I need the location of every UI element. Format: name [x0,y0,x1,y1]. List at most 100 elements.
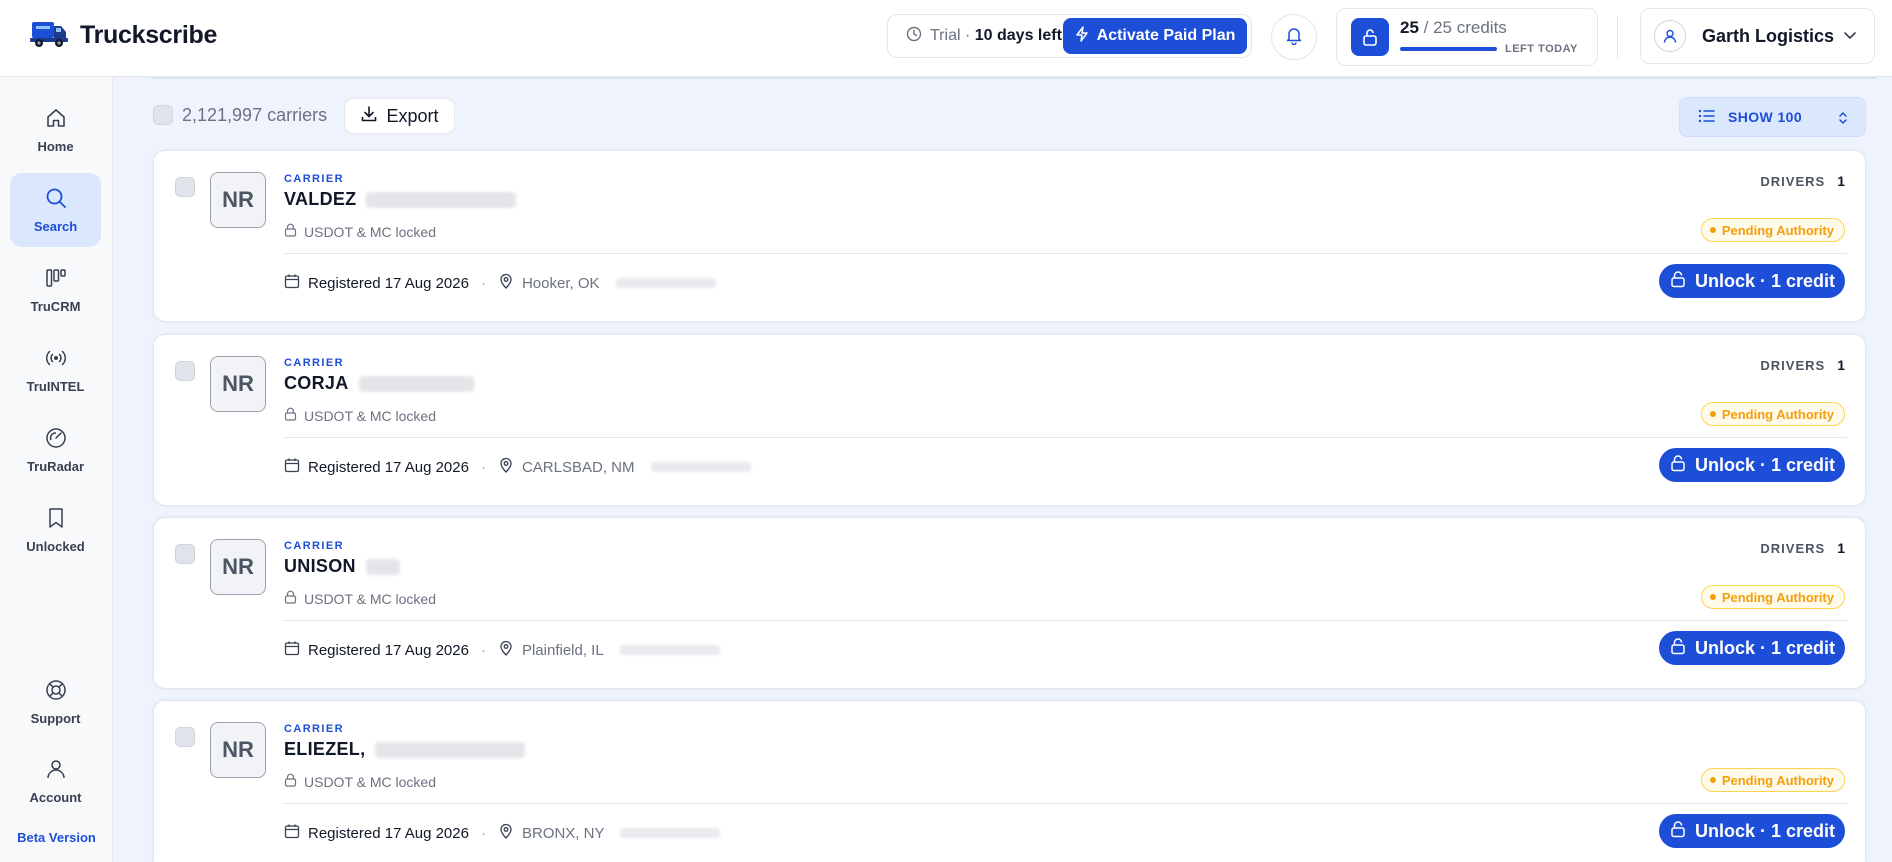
home-icon [44,106,68,133]
beta-version-label: Beta Version [17,830,96,845]
locked-info: USDOT & MC locked [284,590,436,607]
select-all-checkbox[interactable] [153,105,173,125]
carrier-meta: Registered 17 Aug 2026 · BRONX, NY [284,823,721,843]
carrier-meta: Registered 17 Aug 2026 · Hooker, OK [284,273,716,293]
carrier-checkbox[interactable] [175,177,195,197]
carrier-checkbox[interactable] [175,727,195,747]
redacted-contact-blur [619,645,720,655]
credits-progress-bar [1400,47,1497,51]
sidebar-item-search[interactable]: Search [10,173,101,247]
sidebar-item-account[interactable]: Account [10,744,101,818]
map-pin-icon [498,823,514,843]
user-avatar-icon [1654,20,1686,52]
lifebuoy-icon [44,678,68,705]
carrier-checkbox[interactable] [175,361,195,381]
carrier-checkbox[interactable] [175,544,195,564]
calendar-icon [284,457,300,477]
account-name: Garth Logistics [1702,25,1835,46]
unlock-button[interactable]: Unlock · 1 credit [1659,448,1845,482]
unlock-button[interactable]: Unlock · 1 credit [1659,264,1845,298]
lock-icon [284,590,297,607]
sidebar: Home Search TruCRM TruINTEL TruRadar Unl… [0,77,113,862]
redacted-name-blur [365,558,400,575]
sidebar-item-truradar[interactable]: TruRadar [10,413,101,487]
header-divider [1617,16,1618,58]
calendar-icon [284,640,300,660]
card-divider [284,803,1847,804]
carrier-location: BRONX, NY [521,824,605,842]
credits-panel[interactable]: 25 / 25 credits LEFT TODAY [1336,8,1598,66]
sidebar-item-trucrm[interactable]: TruCRM [10,253,101,327]
sidebar-item-label: Home [37,139,74,154]
card-divider [284,253,1847,254]
search-icon [44,186,68,213]
unlock-button[interactable]: Unlock · 1 credit [1659,631,1845,665]
carrier-card[interactable]: NR CARRIER UNISON USDOT & MC locked Regi… [153,517,1866,689]
carrier-card[interactable]: NR CARRIER VALDEZ USDOT & MC locked Regi… [153,150,1866,322]
activate-paid-plan-button[interactable]: Activate Paid Plan [1063,18,1247,54]
sidebar-item-truintel[interactable]: TruINTEL [10,333,101,407]
separator-dot: · [480,824,486,842]
export-button[interactable]: Export [344,98,455,134]
carrier-name: ELIEZEL, [284,739,366,759]
sidebar-item-label: Support [30,711,81,726]
carrier-avatar: NR [210,356,266,412]
app-logo[interactable]: Truckscribe [30,16,217,55]
locked-text: USDOT & MC locked [304,223,436,240]
drivers-count: DRIVERS 1 [1760,173,1845,189]
locked-text: USDOT & MC locked [304,773,436,790]
sidebar-item-home[interactable]: Home [10,93,101,167]
chevron-updown-icon [1837,110,1849,129]
carrier-avatar: NR [210,722,266,778]
carrier-location: Plainfield, IL [521,641,604,659]
export-label: Export [386,105,439,126]
toolbar-top-border [151,77,1877,79]
account-menu[interactable]: Garth Logistics [1640,8,1875,64]
carrier-avatar: NR [210,172,266,228]
credits-count: 25 / 25 credits [1400,18,1507,37]
card-divider [284,620,1847,621]
unlock-icon [1669,270,1687,293]
sidebar-item-support[interactable]: Support [10,665,101,739]
unlock-icon [1669,454,1687,477]
page-size-label: SHOW 100 [1728,109,1802,125]
page-size-select[interactable]: SHOW 100 [1679,97,1866,137]
bell-icon [1284,25,1304,50]
map-pin-icon [498,457,514,477]
notifications-button[interactable] [1271,14,1317,60]
unlock-label: Unlock · 1 credit [1694,454,1836,475]
redacted-contact-blur [620,828,721,838]
trial-text: Trial · 10 days left [930,27,1062,44]
sidebar-item-label: Search [33,219,78,234]
redacted-name-blur [375,741,526,758]
status-badge: Pending Authority [1700,402,1845,426]
locked-text: USDOT & MC locked [304,590,436,607]
trial-status: Trial · 10 days left Activate Paid Plan [887,14,1252,58]
carrier-card[interactable]: NR CARRIER CORJA USDOT & MC locked Regis… [153,334,1866,506]
crm-icon [44,266,68,293]
sidebar-item-label: TruINTEL [26,379,85,394]
carrier-type-label: CARRIER [284,540,344,552]
calendar-icon [284,273,300,293]
separator-dot: · [480,458,486,476]
unlock-icon [1351,18,1389,56]
results-panel: 2,121,997 carriers Export SHOW 100 NR CA… [113,77,1892,862]
carrier-name: UNISON [284,556,356,576]
unlock-icon [1669,637,1687,660]
unlock-button[interactable]: Unlock · 1 credit [1659,814,1845,848]
carrier-type-label: CARRIER [284,723,344,735]
redacted-name-blur [366,191,517,208]
carrier-card[interactable]: NR CARRIER ELIEZEL, USDOT & MC locked Re… [153,700,1866,862]
results-count: 2,121,997 carriers [182,105,328,125]
carrier-meta: Registered 17 Aug 2026 · Plainfield, IL [284,640,720,660]
signal-icon [44,346,68,373]
sidebar-item-label: Unlocked [26,539,85,554]
unlock-label: Unlock · 1 credit [1694,820,1836,841]
status-badge: Pending Authority [1700,768,1845,792]
card-divider [284,437,1847,438]
lock-icon [284,223,297,240]
unlock-label: Unlock · 1 credit [1694,270,1836,291]
sidebar-item-unlocked[interactable]: Unlocked [10,493,101,567]
registered-date: Registered 17 Aug 2026 [308,824,469,842]
sidebar-item-label: Account [29,790,82,805]
